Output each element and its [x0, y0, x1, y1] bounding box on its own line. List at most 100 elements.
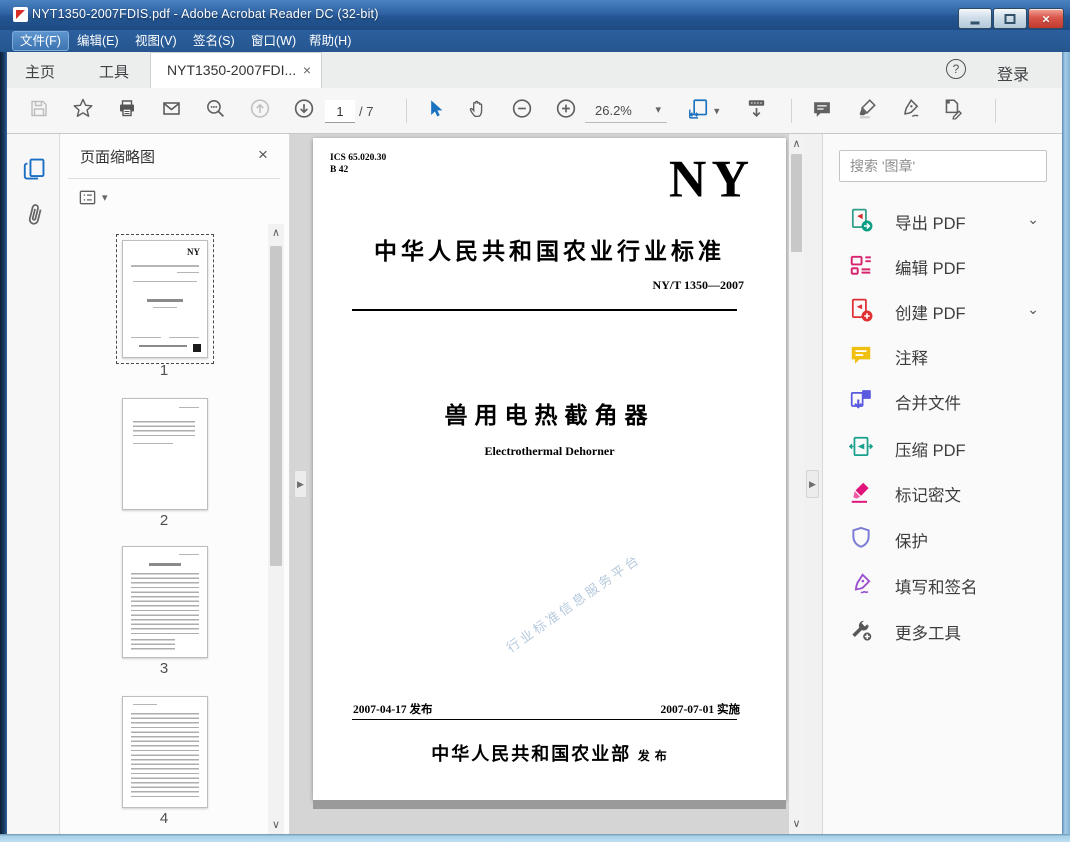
tool-more-tools[interactable]: 更多工具 — [833, 612, 1053, 648]
page-thumbnails-rail-button[interactable] — [21, 156, 47, 187]
standard-number: NY/T 1350—2007 — [652, 278, 744, 292]
thumbnail-3-label: 3 — [159, 660, 169, 677]
close-button[interactable]: × — [1028, 8, 1064, 29]
stamp-button[interactable] — [941, 97, 964, 124]
minimize-button[interactable] — [958, 8, 992, 29]
tool-compress-pdf[interactable]: 压缩 PDF — [833, 429, 1053, 465]
page-up-icon — [250, 98, 270, 118]
select-tool-button[interactable] — [425, 98, 444, 123]
fit-page-caret-icon[interactable]: ▾ — [714, 104, 720, 117]
favorite-button[interactable] — [72, 97, 94, 124]
title-bar: NYT1350-2007FDIS.pdf - Adobe Acrobat Rea… — [0, 0, 1070, 30]
tool-edit-pdf[interactable]: 编辑 PDF — [833, 247, 1053, 283]
comment-button[interactable] — [811, 98, 833, 124]
menu-file[interactable]: 文件(F) — [12, 31, 69, 51]
tool-combine-files[interactable]: 合并文件 — [833, 382, 1053, 418]
thumbnail-page-1[interactable]: NY — [122, 240, 208, 358]
thumbnail-page-4[interactable] — [122, 696, 208, 808]
right-panel-collapse-handle[interactable]: ▶ — [806, 470, 819, 498]
fit-page-icon — [689, 98, 708, 119]
save-button[interactable] — [29, 98, 49, 123]
tool-label: 编辑 PDF — [895, 260, 966, 278]
thumbnail-page-3[interactable] — [122, 546, 208, 658]
tool-create-pdf[interactable]: 创建 PDF ⌄ — [833, 292, 1053, 328]
restore-button[interactable] — [993, 8, 1027, 29]
tab-home[interactable]: 主页 — [25, 61, 55, 82]
previous-page-button[interactable] — [249, 97, 271, 124]
document-canvas[interactable]: ICS 65.020.30 B 42 NY 中华人民共和国农业行业标准 NY/T… — [290, 134, 804, 834]
next-page-button[interactable] — [293, 97, 315, 124]
tool-protect[interactable]: 保护 — [833, 520, 1053, 556]
thumbnail-1-label: 1 — [159, 362, 169, 379]
toolbar-separator — [791, 99, 792, 123]
create-pdf-icon — [851, 298, 873, 322]
hand-tool-button[interactable] — [467, 98, 488, 124]
search-tool-button[interactable] — [205, 98, 226, 124]
zoom-level-value: 26.2% — [595, 103, 632, 118]
zoom-out-button[interactable] — [511, 97, 533, 124]
zoom-in-icon — [556, 98, 576, 118]
tab-bar: 主页 工具 NYT1350-2007FDI... × 登录 — [7, 52, 1062, 89]
fill-sign-toolbar-button[interactable] — [898, 97, 921, 124]
publisher-row: 中华人民共和国农业部 发 布 — [313, 740, 786, 766]
menu-window[interactable]: 窗口(W) — [244, 32, 303, 50]
help-icon[interactable]: ? — [946, 59, 966, 79]
scroll-mode-button[interactable] — [745, 97, 768, 124]
acrobat-pdf-icon — [13, 7, 28, 22]
publisher-name: 中华人民共和国农业部 — [431, 744, 632, 764]
options-list-icon — [79, 190, 96, 205]
fill-sign-icon — [854, 573, 871, 594]
sign-in-link[interactable]: 登录 — [997, 61, 1029, 85]
chevron-down-icon[interactable]: ⌄ — [1027, 301, 1039, 318]
tab-close-icon[interactable]: × — [303, 62, 311, 78]
menu-help[interactable]: 帮助(H) — [302, 32, 358, 50]
tool-export-pdf[interactable]: 导出 PDF ⌄ — [833, 202, 1053, 238]
zoom-caret-icon: ▾ — [655, 104, 661, 116]
menu-edit[interactable]: 编辑(E) — [70, 32, 126, 50]
document-title-cn: 兽用电热截角器 — [444, 403, 655, 428]
redact-icon — [851, 482, 869, 503]
tool-comment[interactable]: 注释 — [833, 337, 1053, 373]
fit-page-button[interactable] — [687, 97, 709, 124]
edit-pdf-icon — [850, 255, 871, 275]
chevron-down-icon[interactable]: ⌄ — [1027, 211, 1039, 228]
thumb1-logo: NY — [187, 247, 200, 257]
pdf-page-1: ICS 65.020.30 B 42 NY 中华人民共和国农业行业标准 NY/T… — [313, 138, 786, 800]
scroll-down-icon[interactable]: ∨ — [268, 818, 284, 832]
email-button[interactable] — [161, 98, 182, 123]
more-tools-icon — [852, 620, 873, 642]
menu-sign[interactable]: 签名(S) — [186, 32, 242, 50]
page-thumbnails-icon — [23, 158, 45, 180]
highlight-button[interactable] — [856, 97, 878, 124]
thumbnail-page-2[interactable] — [122, 398, 208, 510]
scrollbar-thumb[interactable] — [270, 246, 282, 566]
thumbnails-scrollbar[interactable]: ∧ ∨ — [268, 224, 284, 834]
tools-search-input[interactable] — [839, 150, 1047, 182]
title-rule — [352, 309, 737, 311]
scroll-up-icon[interactable]: ∧ — [789, 137, 804, 151]
zoom-in-button[interactable] — [555, 97, 577, 124]
left-panel-collapse-handle[interactable]: ▶ — [294, 470, 307, 498]
options-caret-icon: ▾ — [102, 192, 108, 204]
zoom-level-dropdown[interactable]: 26.2% ▾ — [585, 100, 667, 123]
page-down-icon — [294, 98, 314, 118]
panel-divider — [68, 178, 280, 179]
tool-label: 更多工具 — [895, 625, 961, 643]
scroll-up-icon[interactable]: ∧ — [268, 226, 284, 240]
thumbnails-panel-close-icon[interactable]: × — [258, 145, 268, 165]
tab-document[interactable]: NYT1350-2007FDI... × — [150, 52, 322, 88]
tool-redact[interactable]: 标记密文 — [833, 474, 1053, 510]
minimize-icon — [970, 21, 980, 24]
menu-view[interactable]: 视图(V) — [128, 32, 184, 50]
attachments-rail-button[interactable] — [23, 202, 47, 233]
document-scrollbar[interactable]: ∧ ∨ — [789, 134, 804, 834]
tool-fill-sign[interactable]: 填写和签名 — [833, 566, 1053, 602]
print-button[interactable] — [117, 98, 137, 123]
navigation-rail — [7, 134, 60, 834]
tab-tools[interactable]: 工具 — [99, 61, 129, 82]
scrollbar-thumb[interactable] — [791, 154, 802, 252]
thumbnails-options-button[interactable]: ▾ — [78, 188, 108, 208]
page-number-input[interactable] — [325, 100, 355, 123]
scroll-down-icon[interactable]: ∨ — [789, 817, 804, 831]
combine-files-icon — [850, 390, 871, 409]
